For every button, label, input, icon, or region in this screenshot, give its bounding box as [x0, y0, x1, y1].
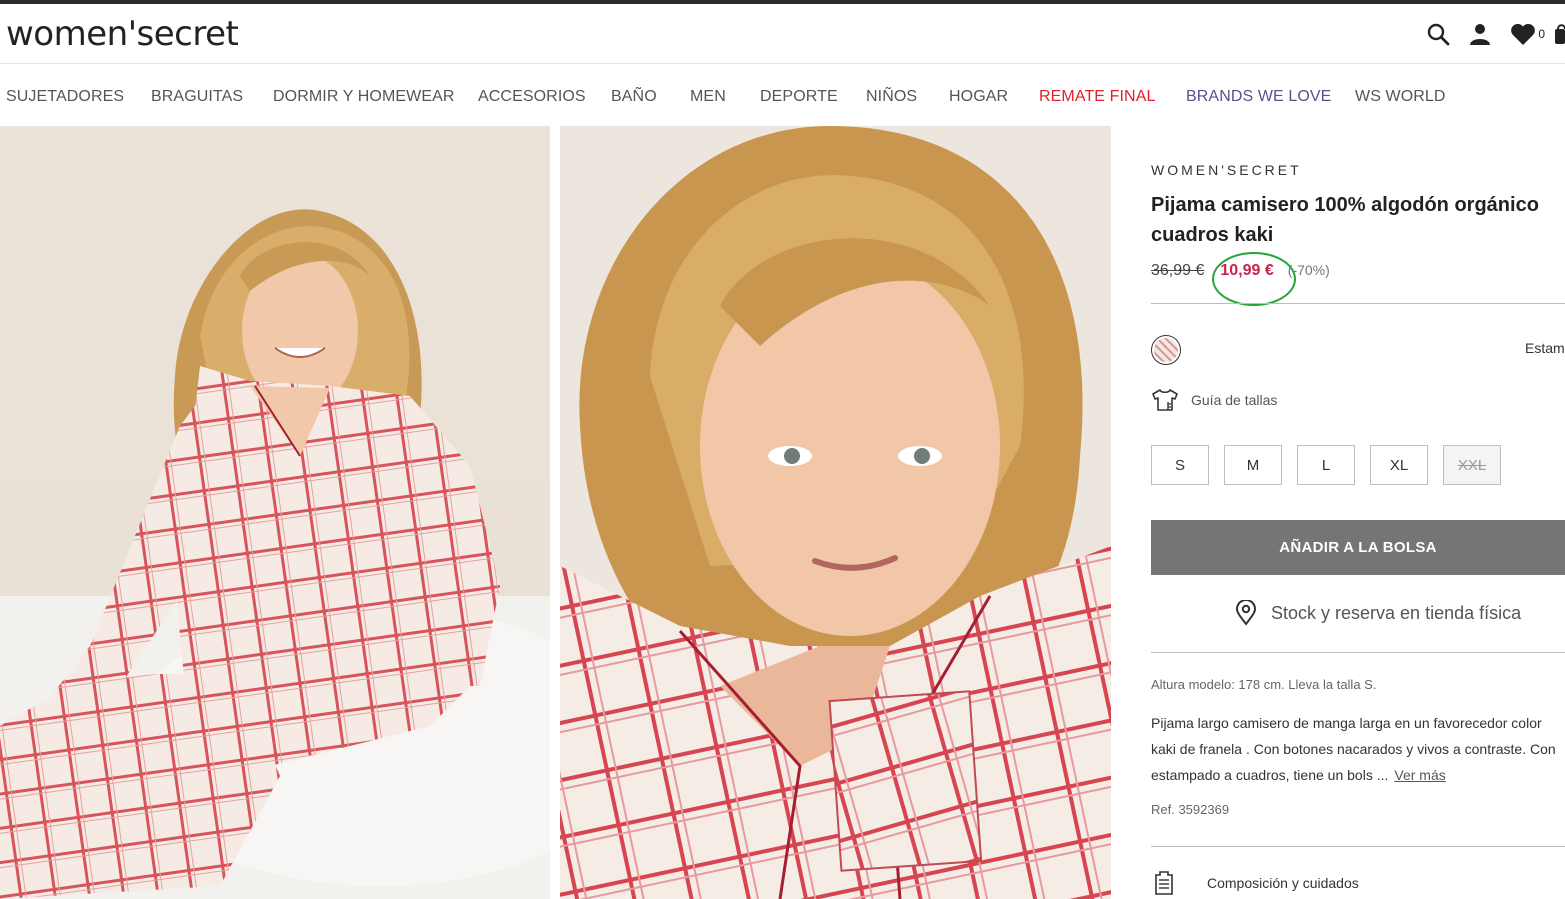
composition-care-section[interactable]: Composición y cuidados — [1151, 870, 1359, 896]
search-icon[interactable] — [1426, 20, 1450, 48]
bag-icon[interactable] — [1555, 20, 1565, 48]
main-nav: SUJETADORES BRAGUITAS DORMIR Y HOMEWEAR … — [0, 64, 1565, 126]
product-title: Pijama camisero 100% algodón orgánico cu… — [1151, 194, 1539, 246]
favorites-button[interactable]: 0 — [1510, 20, 1545, 48]
color-swatch[interactable] — [1151, 335, 1181, 365]
user-icon[interactable] — [1468, 20, 1492, 48]
size-button-xxl[interactable]: XXL — [1443, 445, 1501, 485]
size-button-xl[interactable]: XL — [1370, 445, 1428, 485]
see-more-link[interactable]: Ver más — [1394, 767, 1445, 783]
location-pin-icon — [1235, 600, 1257, 626]
store-stock-link[interactable]: Stock y reserva en tienda física — [1235, 600, 1521, 626]
care-label-icon — [1155, 871, 1173, 895]
description-line: kaki de franela . Con botones nacarados … — [1151, 741, 1556, 757]
color-name-label: Estam — [1525, 340, 1565, 356]
size-guide-label: Guía de tallas — [1191, 392, 1278, 408]
nav-item-hogar[interactable]: HOGAR — [949, 88, 1008, 106]
favorites-count: 0 — [1538, 27, 1545, 41]
product-reference: Ref. 3592369 — [1151, 802, 1230, 817]
composition-care-label: Composición y cuidados — [1207, 875, 1359, 891]
nav-item-remate-final[interactable]: REMATE FINAL — [1039, 88, 1155, 106]
nav-item-men[interactable]: MEN — [690, 88, 726, 106]
tshirt-icon — [1152, 389, 1178, 411]
nav-item-deporte[interactable]: DEPORTE — [760, 88, 838, 106]
model-info: Altura modelo: 178 cm. Lleva la talla S. — [1151, 677, 1377, 692]
size-selector: S M L XL XXL — [1151, 445, 1516, 485]
description-line: estampado a cuadros, tiene un bols ... — [1151, 767, 1389, 783]
size-guide-link[interactable]: Guía de tallas — [1151, 388, 1277, 412]
nav-item-dormir[interactable]: DORMIR Y HOMEWEAR — [273, 88, 455, 106]
nav-item-sujetadores[interactable]: SUJETADORES — [6, 88, 124, 106]
header-icons: 0 — [1408, 20, 1565, 48]
nav-item-braguitas[interactable]: BRAGUITAS — [151, 88, 243, 106]
swatch-pattern — [1154, 338, 1178, 362]
product-photo-2[interactable] — [560, 126, 1111, 899]
description-line: Pijama largo camisero de manga larga en … — [1151, 715, 1542, 731]
site-header: women'secret 0 — [0, 4, 1565, 64]
add-to-bag-button[interactable]: AÑADIR A LA BOLSA — [1151, 520, 1565, 575]
price-highlight-circle — [1212, 252, 1296, 306]
nav-item-bano[interactable]: BAÑO — [611, 88, 657, 106]
divider — [1151, 846, 1565, 847]
product-photo-1[interactable] — [0, 126, 550, 899]
size-button-m[interactable]: M — [1224, 445, 1282, 485]
nav-item-ninos[interactable]: NIÑOS — [866, 88, 917, 106]
size-button-s[interactable]: S — [1151, 445, 1209, 485]
nav-item-ws-world[interactable]: WS WORLD — [1355, 88, 1446, 106]
divider — [1151, 303, 1565, 304]
size-button-l[interactable]: L — [1297, 445, 1355, 485]
nav-item-brands-we-love[interactable]: BRANDS WE LOVE — [1186, 88, 1331, 106]
nav-item-accesorios[interactable]: ACCESORIOS — [478, 88, 586, 106]
site-logo[interactable]: women'secret — [6, 14, 239, 54]
product-info-panel: WOMEN'SECRET Pijama camisero 100% algodó… — [1151, 126, 1565, 899]
price-original: 36,99 € — [1151, 262, 1205, 279]
store-stock-label: Stock y reserva en tienda física — [1271, 602, 1522, 623]
heart-icon — [1511, 23, 1536, 45]
product-description: Pijama largo camisero de manga larga en … — [1151, 710, 1565, 788]
divider — [1151, 652, 1565, 653]
product-brand[interactable]: WOMEN'SECRET — [1151, 162, 1302, 178]
